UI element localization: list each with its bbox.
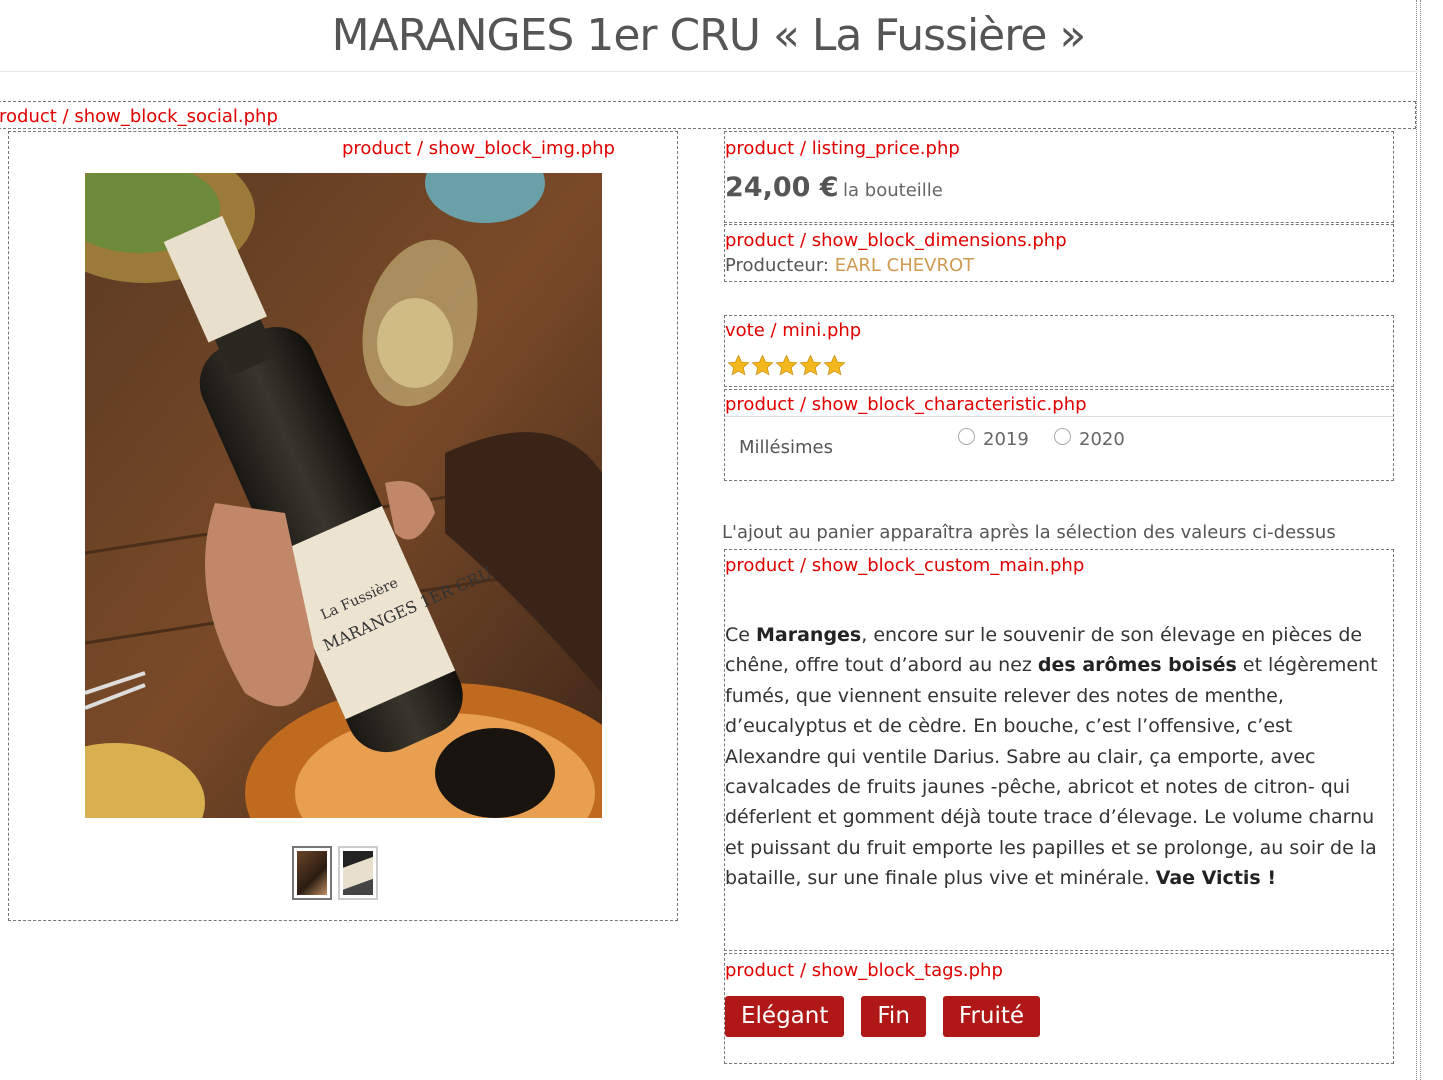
price-block: product / listing_price.php 24,00 € la b… (724, 131, 1394, 223)
social-block: roduct / show_block_social.php (0, 101, 1416, 129)
vote-block: vote / mini.php (724, 315, 1394, 387)
price-line: 24,00 € la bouteille (725, 172, 943, 203)
price-amount: 24,00 € (725, 172, 839, 203)
debug-label-dimensions: product / show_block_dimensions.php (725, 230, 1067, 251)
debug-label-tags: product / show_block_tags.php (725, 960, 1003, 981)
image-block: product / show_block_img.php La Fussière… (8, 131, 678, 921)
star-icon[interactable] (751, 354, 774, 377)
tags-block: product / show_block_tags.php Elégant Fi… (724, 953, 1394, 1064)
custom-main-block: product / show_block_custom_main.php Ce … (724, 549, 1394, 951)
tag-fruite[interactable]: Fruité (942, 996, 1041, 1037)
star-rating[interactable] (727, 354, 846, 377)
tag-list: Elégant Fin Fruité (725, 996, 1041, 1037)
product-description: Ce Maranges, encore sur le souvenir de s… (725, 620, 1393, 894)
producer-link[interactable]: EARL CHEVROT (835, 255, 974, 276)
debug-label-vote: vote / mini.php (725, 320, 862, 341)
debug-label-custom: product / show_block_custom_main.php (725, 555, 1085, 576)
debug-label-img: product / show_block_img.php (342, 138, 615, 159)
debug-label-price: product / listing_price.php (725, 138, 960, 159)
desc-text: Ce (725, 624, 756, 646)
thumbnail-2[interactable] (338, 846, 378, 900)
star-icon[interactable] (727, 354, 750, 377)
page-edge-guide (1420, 0, 1421, 1080)
desc-text: et légèrement fumés, que viennent ensuit… (725, 654, 1378, 890)
thumbnail-strip (292, 846, 378, 900)
radio-button[interactable] (1054, 428, 1071, 445)
thumbnail-1[interactable] (292, 846, 332, 900)
vintage-option-label: 2020 (1079, 429, 1125, 450)
star-icon[interactable] (823, 354, 846, 377)
vintage-selector: Millésimes 2019 2020 (725, 416, 1393, 479)
producer-line: Producteur: EARL CHEVROT (725, 255, 974, 276)
debug-label-characteristic: product / show_block_characteristic.php (725, 394, 1087, 415)
debug-label-social: roduct / show_block_social.php (0, 106, 278, 127)
producer-label: Producteur: (725, 255, 829, 276)
title-divider (0, 71, 1418, 72)
vintage-option-2020[interactable]: 2020 (1054, 428, 1125, 450)
vintage-option-label: 2019 (983, 429, 1029, 450)
desc-bold: Vae Victis ! (1155, 867, 1277, 890)
tag-fin[interactable]: Fin (861, 996, 926, 1037)
add-to-cart-note: L'ajout au panier apparaîtra après la sé… (722, 522, 1336, 543)
page-title: MARANGES 1er CRU « La Fussière » (331, 10, 1087, 61)
characteristic-block: product / show_block_characteristic.php … (724, 389, 1394, 481)
desc-bold: des arômes boisés (1037, 654, 1237, 677)
price-unit: la bouteille (843, 180, 943, 201)
star-icon[interactable] (775, 354, 798, 377)
radio-button[interactable] (958, 428, 975, 445)
product-photo[interactable]: La Fussière MARANGES 1ER CRU (85, 173, 602, 818)
vintage-label: Millésimes (739, 437, 833, 458)
tag-elegant[interactable]: Elégant (725, 996, 845, 1037)
page-edge-guide (1416, 0, 1417, 1080)
desc-bold: Maranges (756, 624, 862, 646)
star-icon[interactable] (799, 354, 822, 377)
dimensions-block: product / show_block_dimensions.php Prod… (724, 224, 1394, 282)
vintage-option-2019[interactable]: 2019 (958, 428, 1029, 450)
